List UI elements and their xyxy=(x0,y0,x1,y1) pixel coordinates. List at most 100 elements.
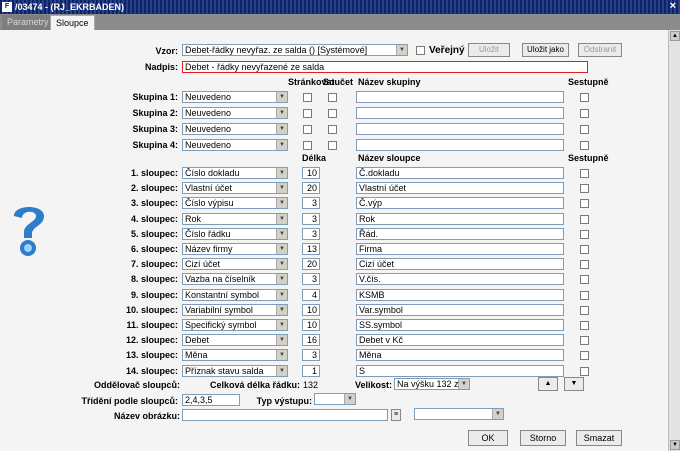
group-select[interactable]: Neuvedeno ▼ xyxy=(182,123,288,135)
column-length-input[interactable]: 3 xyxy=(302,227,320,240)
sestupne-checkbox[interactable] xyxy=(580,260,589,270)
nadpis-input[interactable]: Debet - řádky nevyřazené ze salda xyxy=(182,61,588,73)
scroll-up-icon[interactable]: ▲ xyxy=(670,31,680,41)
strankovat-checkbox[interactable] xyxy=(303,141,312,150)
column-name-input[interactable]: Debet v Kč xyxy=(356,334,564,347)
sestupne-checkbox[interactable] xyxy=(580,184,589,194)
strankovat-checkbox[interactable] xyxy=(303,125,312,134)
column-name-input[interactable]: S xyxy=(356,364,564,377)
column-length-input[interactable]: 10 xyxy=(302,303,320,316)
chevron-down-icon[interactable]: ▼ xyxy=(276,350,287,361)
column-name-input[interactable]: Vlastní účet xyxy=(356,182,564,195)
chevron-down-icon[interactable]: ▼ xyxy=(276,183,287,194)
chevron-down-icon[interactable]: ▼ xyxy=(396,45,407,55)
chevron-down-icon[interactable]: ▼ xyxy=(276,304,287,315)
group-name-input[interactable] xyxy=(356,139,564,151)
column-length-input[interactable]: 13 xyxy=(302,243,320,255)
group-select[interactable]: Neuvedeno ▼ xyxy=(182,91,288,103)
storno-button[interactable]: Storno xyxy=(520,430,566,446)
chevron-down-icon[interactable]: ▼ xyxy=(276,198,287,209)
column-select[interactable]: Cizí účet ▼ xyxy=(182,258,288,271)
sestupne-checkbox[interactable] xyxy=(580,336,589,346)
column-length-input[interactable]: 20 xyxy=(302,182,320,195)
sestupne-checkbox[interactable] xyxy=(580,199,589,209)
column-name-input[interactable]: SS.symbol xyxy=(356,319,564,331)
column-select[interactable]: Měna ▼ xyxy=(182,349,288,362)
move-down-button[interactable]: ▼ xyxy=(564,377,584,391)
chevron-down-icon[interactable]: ▼ xyxy=(276,168,287,178)
group-name-input[interactable] xyxy=(356,107,564,119)
column-name-input[interactable]: V.čís. xyxy=(356,273,564,286)
chevron-down-icon[interactable]: ▼ xyxy=(276,320,287,330)
sestupne-checkbox[interactable] xyxy=(580,366,589,376)
group-name-input[interactable] xyxy=(356,91,564,103)
ulozit-jako-button[interactable]: Uložit jako xyxy=(522,43,569,57)
soucet-checkbox[interactable] xyxy=(328,125,337,134)
verejny-checkbox[interactable] xyxy=(416,46,425,55)
chevron-down-icon[interactable]: ▼ xyxy=(276,124,287,134)
chevron-down-icon[interactable]: ▼ xyxy=(492,409,503,419)
column-name-input[interactable]: Řád. xyxy=(356,227,564,240)
chevron-down-icon[interactable]: ▼ xyxy=(276,140,287,150)
sestupne-checkbox[interactable] xyxy=(580,290,589,300)
column-length-input[interactable]: 1 xyxy=(302,364,320,377)
group-name-input[interactable] xyxy=(356,123,564,135)
column-select[interactable]: Variabilní symbol ▼ xyxy=(182,303,288,316)
sestupne-checkbox[interactable] xyxy=(580,305,589,315)
column-length-input[interactable]: 3 xyxy=(302,212,320,225)
chevron-down-icon[interactable]: ▼ xyxy=(458,379,469,389)
chevron-down-icon[interactable]: ▼ xyxy=(276,289,287,300)
vertical-scrollbar[interactable]: ▲ ▼ xyxy=(668,30,680,451)
sestupne-checkbox[interactable] xyxy=(580,229,589,239)
chevron-down-icon[interactable]: ▼ xyxy=(276,365,287,376)
column-select[interactable]: Příznak stavu salda ▼ xyxy=(182,364,288,377)
close-icon[interactable]: × xyxy=(670,0,676,12)
obrazek-select[interactable]: ▼ xyxy=(414,408,504,420)
tab-parametry[interactable]: Parametry xyxy=(2,15,54,30)
sestupne-checkbox[interactable] xyxy=(580,169,589,178)
column-select[interactable]: Vazba na číselník ▼ xyxy=(182,273,288,286)
column-select[interactable]: Číslo výpisu ▼ xyxy=(182,197,288,210)
chevron-down-icon[interactable]: ▼ xyxy=(276,259,287,270)
column-name-input[interactable]: KSMB xyxy=(356,288,564,301)
sestupne-checkbox[interactable] xyxy=(580,275,589,285)
chevron-down-icon[interactable]: ▼ xyxy=(276,92,287,102)
sestupne-checkbox[interactable] xyxy=(580,125,589,134)
column-length-input[interactable]: 3 xyxy=(302,349,320,362)
column-select[interactable]: Rok ▼ xyxy=(182,212,288,225)
chevron-down-icon[interactable]: ▼ xyxy=(344,394,355,404)
browse-list-icon[interactable]: ≡ xyxy=(391,409,401,421)
column-name-input[interactable]: Cizí účet xyxy=(356,258,564,271)
soucet-checkbox[interactable] xyxy=(328,141,337,150)
chevron-down-icon[interactable]: ▼ xyxy=(276,228,287,239)
smazat-button[interactable]: Smazat xyxy=(576,430,622,446)
sestupne-checkbox[interactable] xyxy=(580,321,589,330)
tab-sloupce[interactable]: Sloupce xyxy=(50,15,95,30)
column-length-input[interactable]: 10 xyxy=(302,167,320,179)
column-length-input[interactable]: 20 xyxy=(302,258,320,271)
velikost-select[interactable]: Na výšku 132 zn. ▼ xyxy=(394,378,470,390)
column-length-input[interactable]: 3 xyxy=(302,273,320,286)
column-name-input[interactable]: Č.dokladu xyxy=(356,167,564,179)
column-name-input[interactable]: Firma xyxy=(356,243,564,255)
ulozit-button[interactable]: Uložit xyxy=(468,43,510,57)
chevron-down-icon[interactable]: ▼ xyxy=(276,108,287,118)
chevron-down-icon[interactable]: ▼ xyxy=(276,244,287,254)
group-select[interactable]: Neuvedeno ▼ xyxy=(182,107,288,119)
column-length-input[interactable]: 3 xyxy=(302,197,320,210)
vzor-select[interactable]: Debet-řádky nevyřaz. ze salda () [Systém… xyxy=(182,44,408,56)
soucet-checkbox[interactable] xyxy=(328,109,337,118)
sestupne-checkbox[interactable] xyxy=(580,109,589,118)
chevron-down-icon[interactable]: ▼ xyxy=(276,274,287,285)
move-up-button[interactable]: ▲ xyxy=(538,377,558,391)
sestupne-checkbox[interactable] xyxy=(580,245,589,254)
soucet-checkbox[interactable] xyxy=(328,93,337,102)
chevron-down-icon[interactable]: ▼ xyxy=(276,335,287,346)
trideni-input[interactable]: 2,4,3,5 xyxy=(182,394,240,406)
odstranit-button[interactable]: Odstranit xyxy=(578,43,622,57)
column-select[interactable]: Debet ▼ xyxy=(182,334,288,347)
strankovat-checkbox[interactable] xyxy=(303,109,312,118)
column-select[interactable]: Název firmy ▼ xyxy=(182,243,288,255)
group-select[interactable]: Neuvedeno ▼ xyxy=(182,139,288,151)
strankovat-checkbox[interactable] xyxy=(303,93,312,102)
